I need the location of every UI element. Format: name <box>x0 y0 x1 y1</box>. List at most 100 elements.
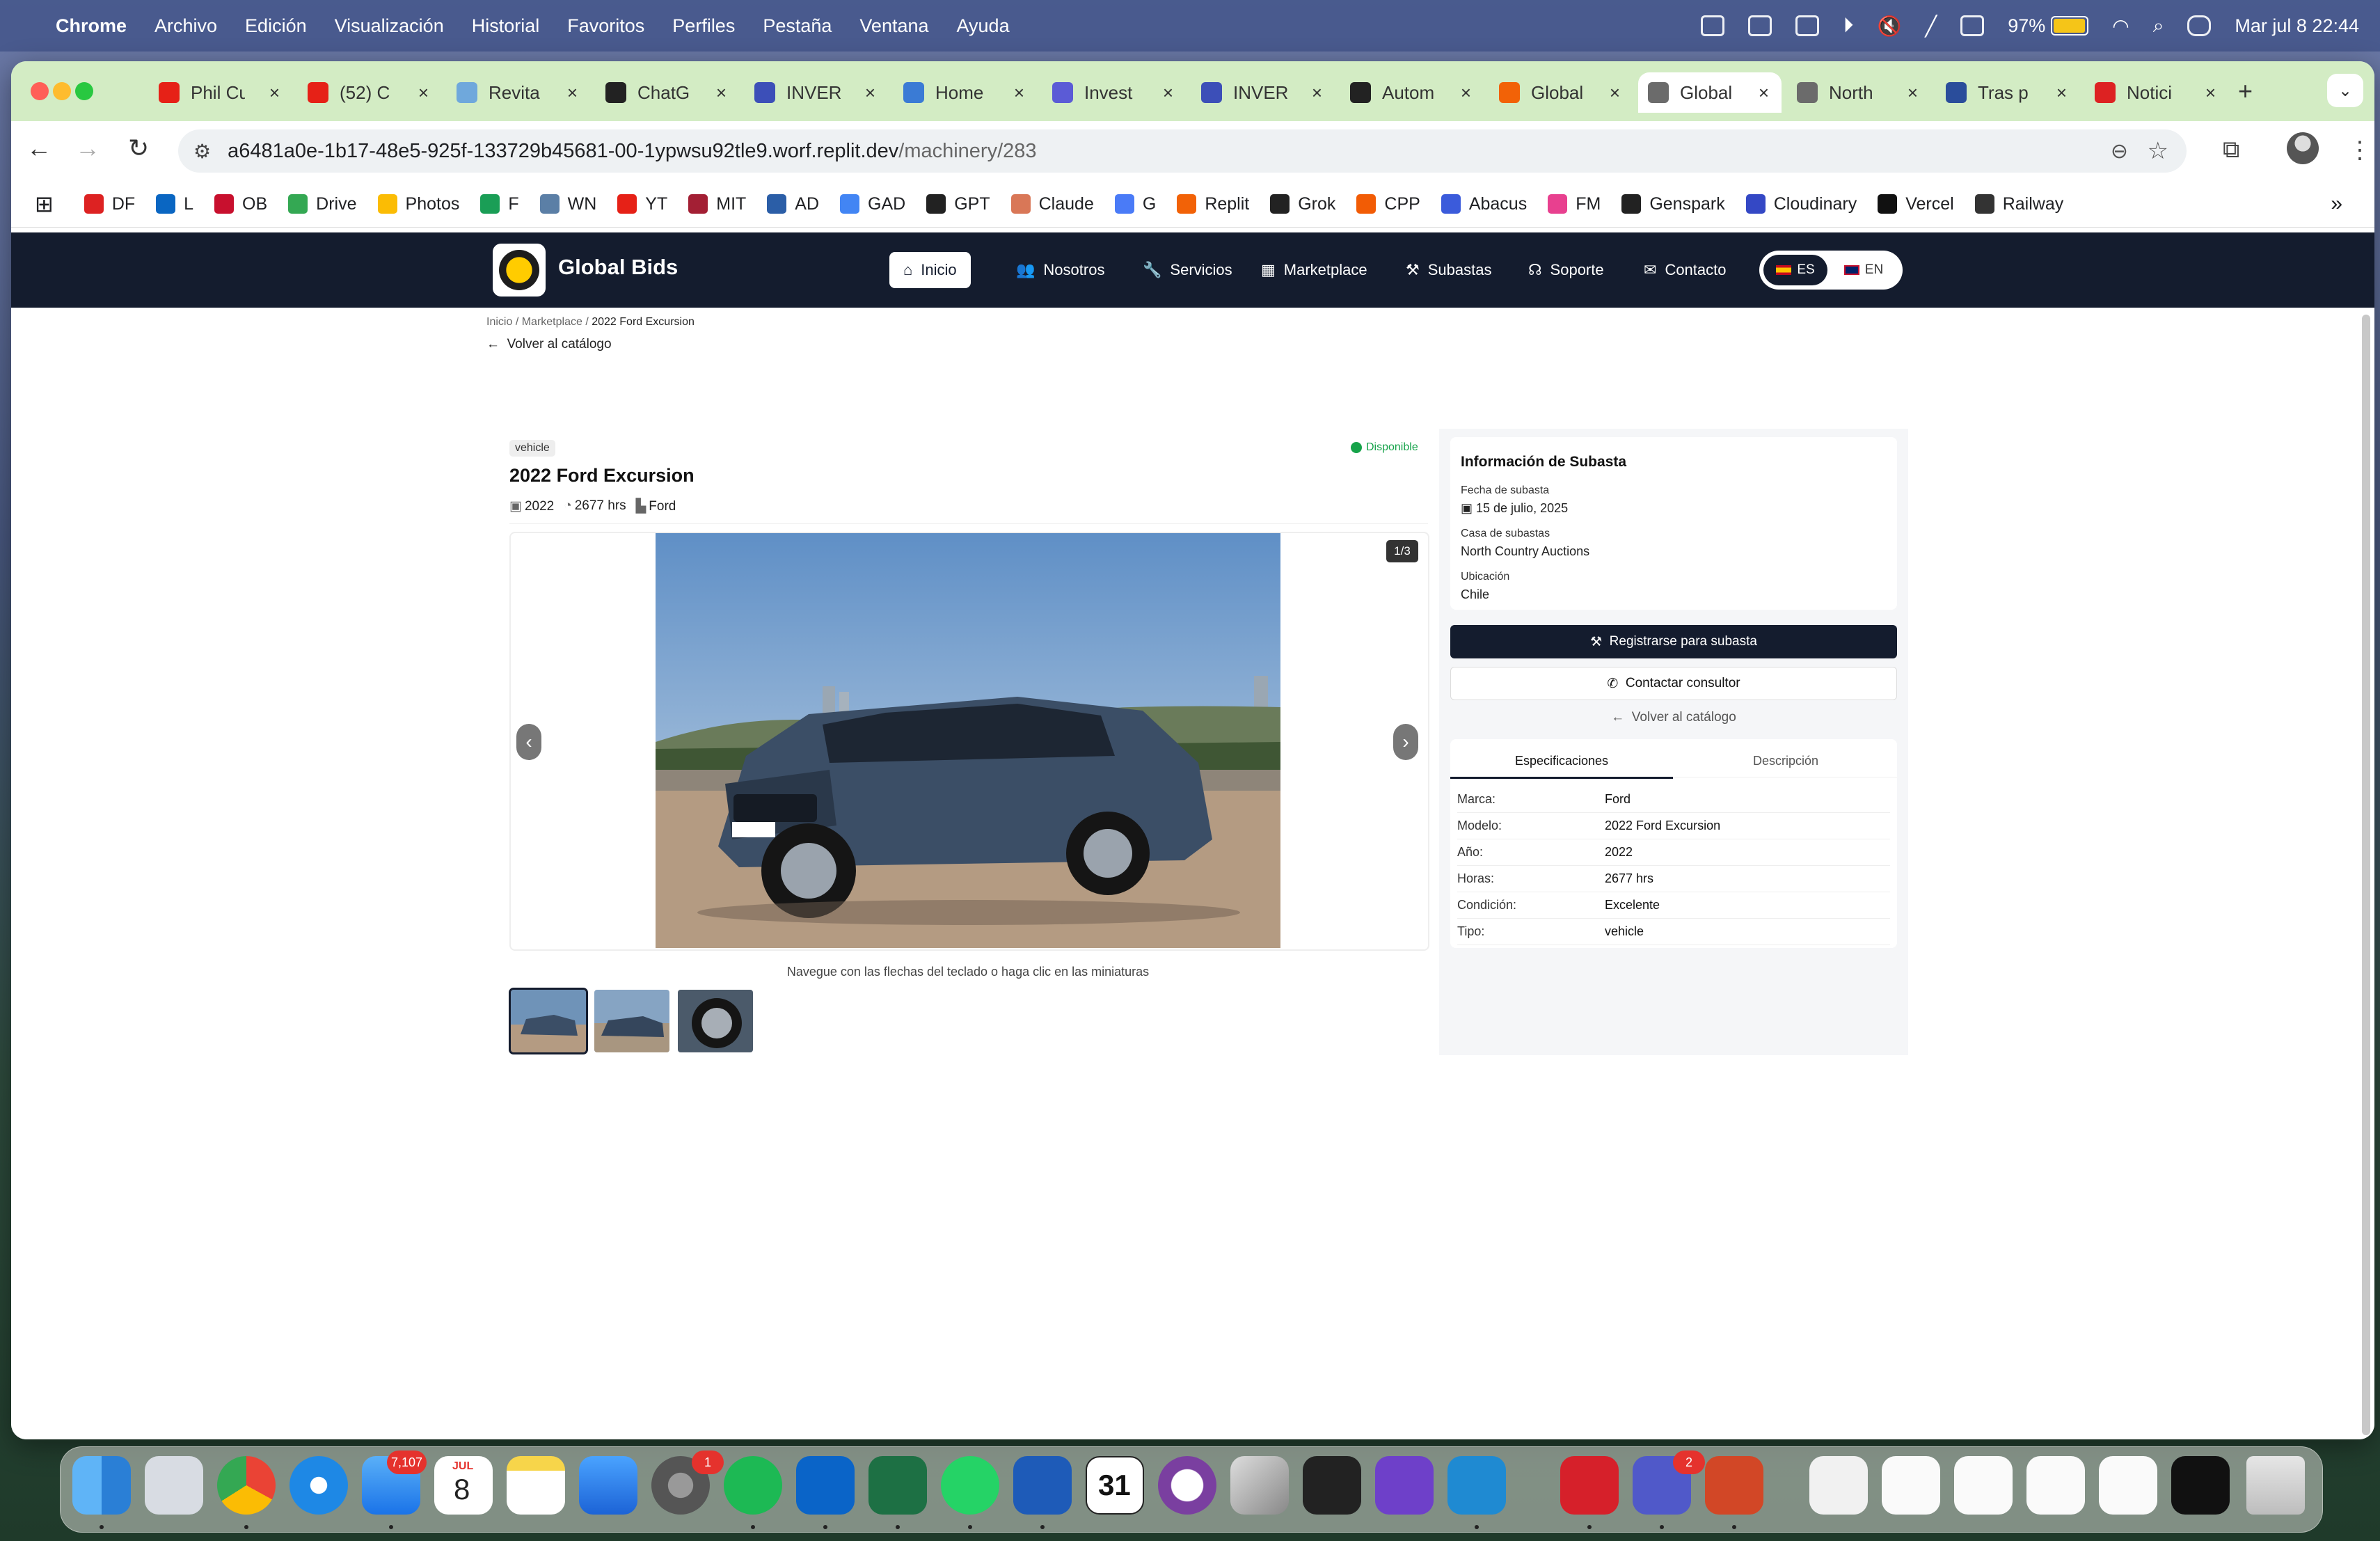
menu-edicion[interactable]: Edición <box>245 15 307 37</box>
menu-perfiles[interactable]: Perfiles <box>672 15 735 37</box>
nav-nosotros[interactable]: 👥 Nosotros <box>1002 252 1118 288</box>
gallery-prev-button[interactable]: ‹ <box>516 724 541 760</box>
window-thumbnail-icon[interactable] <box>1882 1456 1940 1515</box>
bookmark-item[interactable]: Grok <box>1270 194 1335 214</box>
notes-icon[interactable] <box>507 1456 565 1515</box>
breadcrumb-home[interactable]: Inicio <box>486 316 512 328</box>
site-brand[interactable]: Global Bids <box>558 255 678 280</box>
bookmark-item[interactable]: FM <box>1548 194 1601 214</box>
window-thumbnail-icon[interactable] <box>1954 1456 2013 1515</box>
powerpoint-icon[interactable] <box>1705 1456 1763 1515</box>
bookmark-item[interactable]: Abacus <box>1441 194 1527 214</box>
browser-tab[interactable]: Tras p × <box>1936 72 2079 113</box>
close-window-button[interactable] <box>31 82 49 100</box>
browser-tab[interactable]: Home × <box>894 72 1037 113</box>
excel-icon[interactable] <box>868 1456 927 1515</box>
back-to-catalog-link[interactable]: ← Volver al catálogo <box>1450 710 1897 725</box>
more-bookmarks-icon[interactable]: » <box>2331 192 2342 216</box>
menu-historial[interactable]: Historial <box>472 15 540 37</box>
window-thumbnail-icon[interactable] <box>2099 1456 2157 1515</box>
tab-search-icon[interactable]: ⌄ <box>2327 74 2363 107</box>
mute-icon[interactable]: 🔇 <box>1877 15 1901 38</box>
tab-specifications[interactable]: Especificaciones <box>1450 745 1673 779</box>
drive-status-icon[interactable] <box>1795 15 1820 36</box>
menu-ayuda[interactable]: Ayuda <box>957 15 1010 37</box>
menu-pestana[interactable]: Pestaña <box>763 15 832 37</box>
close-tab-icon[interactable]: × <box>1610 82 1620 104</box>
launchpad-icon[interactable] <box>145 1456 203 1515</box>
browser-tab[interactable]: INVER × <box>1191 72 1335 113</box>
word-icon[interactable] <box>1013 1456 1072 1515</box>
finder-icon[interactable] <box>72 1456 131 1515</box>
apps-grid-icon[interactable]: ⊞ <box>35 191 54 217</box>
breadcrumb-marketplace[interactable]: Marketplace <box>522 316 582 328</box>
browser-tab[interactable]: INVER × <box>745 72 888 113</box>
close-tab-icon[interactable]: × <box>1163 82 1173 104</box>
nav-marketplace[interactable]: ▦ Marketplace <box>1247 252 1381 288</box>
acrobat-icon[interactable] <box>1560 1456 1619 1515</box>
pdf-document-icon[interactable] <box>1809 1456 1868 1515</box>
cloud-icon[interactable] <box>1748 15 1772 36</box>
forward-arrow-icon[interactable]: → <box>75 134 100 163</box>
browser-tab[interactable]: Phil Cu × <box>149 72 292 113</box>
bookmark-item[interactable]: G <box>1114 194 1156 214</box>
window-thumbnail-icon[interactable] <box>2026 1456 2085 1515</box>
close-tab-icon[interactable]: × <box>716 82 727 104</box>
terminal-thumbnail-icon[interactable] <box>2171 1456 2230 1515</box>
search-icon[interactable]: ⌕ <box>2153 15 2164 38</box>
bookmark-item[interactable]: Replit <box>1177 194 1249 214</box>
close-tab-icon[interactable]: × <box>1014 82 1024 104</box>
lang-en-button[interactable]: EN <box>1832 255 1896 285</box>
bookmark-item[interactable]: Claude <box>1010 194 1094 214</box>
browser-tab[interactable]: Global × <box>1489 72 1633 113</box>
site-logo[interactable] <box>493 244 546 297</box>
lang-es-button[interactable]: ES <box>1763 255 1827 285</box>
back-arrow-icon[interactable]: ← <box>26 134 51 163</box>
minimize-window-button[interactable] <box>53 82 71 100</box>
menu-app-name[interactable]: Chrome <box>56 15 127 37</box>
keynote-icon[interactable] <box>579 1456 637 1515</box>
menu-favoritos[interactable]: Favoritos <box>567 15 644 37</box>
pen-icon[interactable]: ╱ <box>1925 15 1937 38</box>
close-tab-icon[interactable]: × <box>1759 82 1769 104</box>
browser-tab[interactable]: North × <box>1787 72 1930 113</box>
bookmark-star-icon[interactable]: ☆ <box>2148 137 2168 165</box>
close-tab-icon[interactable]: × <box>1907 82 1918 104</box>
bookmark-item[interactable]: OB <box>214 194 267 214</box>
new-tab-icon[interactable]: + <box>2238 77 2253 106</box>
outlook-icon[interactable] <box>796 1456 855 1515</box>
bookmark-item[interactable]: WN <box>539 194 596 214</box>
github-icon[interactable] <box>1375 1456 1434 1515</box>
back-to-catalog-link[interactable]: ← Volver al catálogo <box>486 337 612 352</box>
battery-indicator[interactable]: 97% <box>2008 15 2089 37</box>
browser-tab[interactable]: Notici × <box>2085 72 2228 113</box>
gallery-next-button[interactable]: › <box>1393 724 1418 760</box>
vscode-icon[interactable] <box>1447 1456 1506 1515</box>
nav-inicio[interactable]: ⌂ Inicio <box>889 252 971 288</box>
thumbnail-3[interactable] <box>678 990 753 1052</box>
thumbnail-2[interactable] <box>594 990 669 1052</box>
iphone-mirroring-icon[interactable] <box>1230 1456 1289 1515</box>
whatsapp-icon[interactable] <box>941 1456 999 1515</box>
menu-visualizacion[interactable]: Visualización <box>335 15 444 37</box>
close-tab-icon[interactable]: × <box>269 82 280 104</box>
chrome-menu-icon[interactable]: ⋮ <box>2348 136 2372 164</box>
bookmark-item[interactable]: MIT <box>688 194 746 214</box>
chrome-icon[interactable] <box>217 1456 276 1515</box>
bookmark-item[interactable]: Genspark <box>1621 194 1725 214</box>
bookmark-item[interactable]: F <box>480 194 519 214</box>
tab-description[interactable]: Descripción <box>1674 745 1897 777</box>
reload-icon[interactable]: ↻ <box>128 134 149 163</box>
browser-tab[interactable]: (52) C × <box>298 72 441 113</box>
address-bar[interactable]: ⚙ a6481a0e-1b17-48e5-925f-133729b45681-0… <box>178 129 2187 173</box>
browser-tab[interactable]: ChatG × <box>596 72 739 113</box>
replit-dock-icon[interactable] <box>1303 1456 1361 1515</box>
wifi-icon[interactable]: ◠ <box>2112 15 2129 38</box>
close-tab-icon[interactable]: × <box>1461 82 1471 104</box>
menu-ventana[interactable]: Ventana <box>859 15 928 37</box>
circle-app-icon[interactable] <box>1158 1456 1216 1515</box>
contact-consultant-button[interactable]: ✆ Contactar consultor <box>1450 667 1897 700</box>
browser-tab[interactable]: Invest × <box>1042 72 1186 113</box>
bookmark-item[interactable]: Vercel <box>1878 194 1954 214</box>
browser-tab[interactable]: Autom × <box>1340 72 1484 113</box>
